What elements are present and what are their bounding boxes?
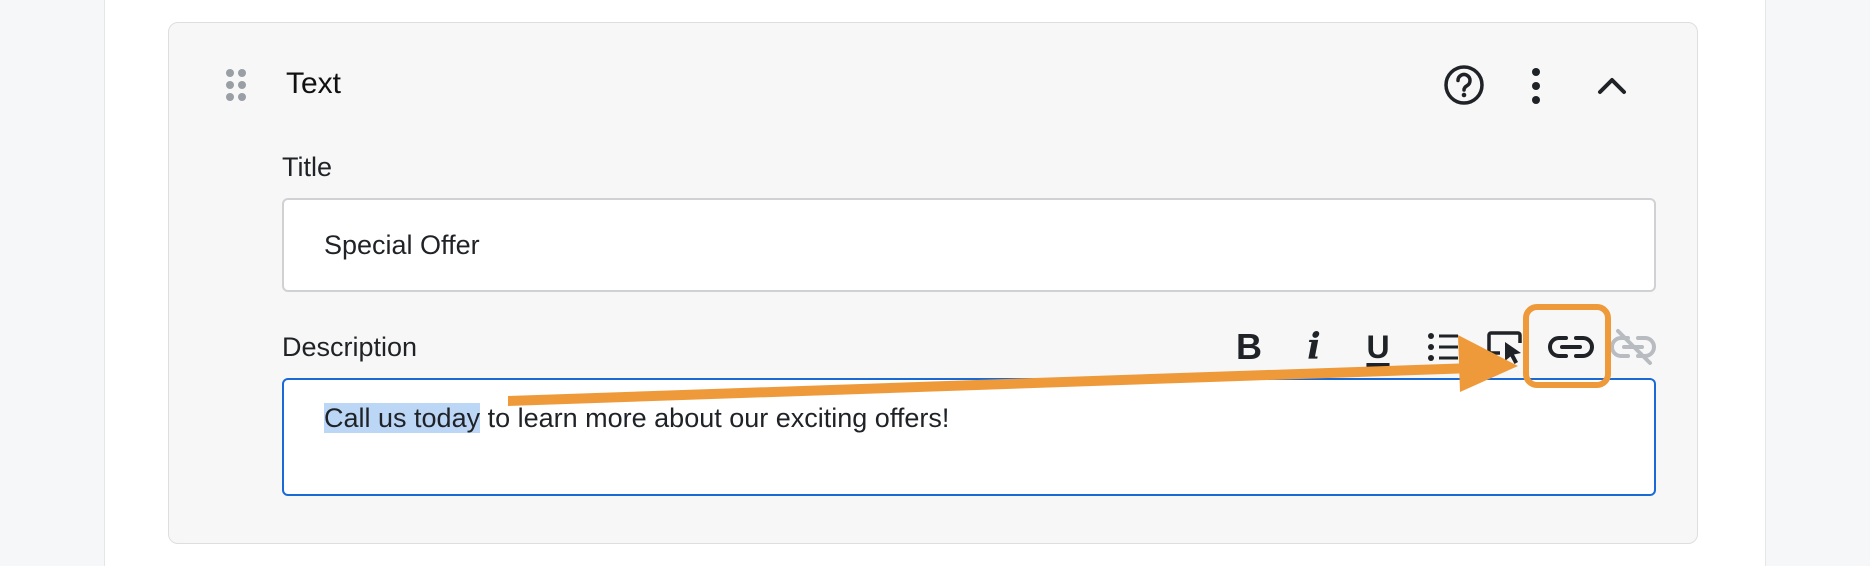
cursor-select-icon xyxy=(1487,331,1522,364)
help-circle-icon xyxy=(1444,65,1484,105)
italic-icon: i xyxy=(1307,326,1321,368)
remove-link-button[interactable] xyxy=(1610,326,1656,368)
more-options-button[interactable] xyxy=(1524,66,1548,106)
bold-button[interactable]: B xyxy=(1232,326,1266,368)
italic-button[interactable]: i xyxy=(1299,326,1329,368)
bold-icon: B xyxy=(1236,326,1262,367)
insert-button-button[interactable] xyxy=(1486,326,1526,368)
drag-handle-icon[interactable] xyxy=(224,67,250,105)
chevron-up-icon xyxy=(1598,78,1626,94)
title-label: Title xyxy=(282,152,333,182)
bulleted-list-icon xyxy=(1428,333,1458,361)
underline-button[interactable]: U xyxy=(1361,326,1395,368)
underline-icon: U xyxy=(1366,328,1390,365)
title-input[interactable] xyxy=(282,198,1656,292)
bulleted-list-button[interactable] xyxy=(1425,326,1461,368)
collapse-button[interactable] xyxy=(1593,68,1631,102)
panel-title: Text xyxy=(286,67,342,100)
help-button[interactable] xyxy=(1443,64,1485,106)
annotation-highlight-box xyxy=(1523,304,1611,388)
description-text: to learn more about our exciting offers! xyxy=(480,403,950,433)
description-editor[interactable]: Call us today to learn more about our ex… xyxy=(282,378,1656,496)
description-label: Description xyxy=(282,332,418,362)
selected-text: Call us today xyxy=(324,403,481,433)
more-vertical-icon xyxy=(1532,68,1540,104)
unlink-icon xyxy=(1610,329,1656,365)
